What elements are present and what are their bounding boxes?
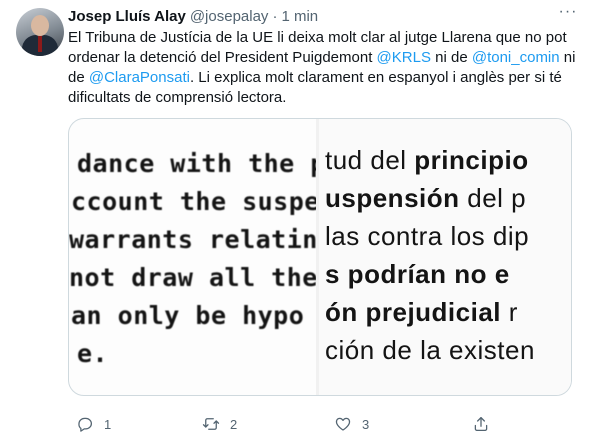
attached-image[interactable]: dance with the p ccount the suspe warran… [68, 118, 572, 396]
image-right-excerpt: tud del principio uspensión del p las co… [319, 119, 571, 395]
avatar-tie [38, 36, 42, 52]
reply-button[interactable]: 1 [76, 414, 111, 434]
timestamp[interactable]: 1 min [281, 8, 318, 25]
scan-text-normal: del p [459, 183, 527, 213]
like-button[interactable]: 3 [334, 414, 369, 434]
scan-text-line: e. [77, 339, 109, 368]
scan-text-line: not draw all the [69, 263, 317, 292]
scan-text-bold: uspensión [325, 183, 460, 213]
author-handle[interactable]: @josepalay [190, 8, 269, 25]
scan-text-line: ón prejudicial r [325, 297, 518, 328]
reply-icon [78, 417, 92, 432]
scan-text-line: s podrían no e [325, 259, 510, 290]
tweet-actions: 1 2 3 [68, 414, 580, 434]
mention-link[interactable]: @ClaraPonsati [89, 69, 190, 86]
scan-text-line: dance with the p [77, 149, 317, 178]
retweet-icon [202, 418, 220, 430]
more-options-icon[interactable]: ··· [558, 4, 578, 26]
like-count: 3 [362, 416, 370, 432]
scan-text-line: las contra los dip [325, 221, 530, 251]
retweet-count: 2 [230, 416, 238, 432]
scan-text-line: ccount the suspe [71, 187, 317, 216]
separator-dot: · [272, 7, 278, 25]
scan-text-line: an only be hypo [71, 301, 305, 330]
share-button[interactable] [472, 414, 490, 434]
tweet-text-part: ni de [430, 49, 472, 66]
scan-text-bold: principio [414, 145, 529, 175]
scan-text-line: ción de la existen [325, 335, 535, 365]
retweet-button[interactable]: 2 [202, 414, 237, 434]
tweet-text: El Tribuna de Justícia de la UE li deixa… [68, 28, 580, 108]
scan-text-bold: s podrían no e [325, 259, 510, 289]
mention-link[interactable]: @toni_comin [472, 49, 560, 66]
scan-text-line: uspensión del p [325, 183, 526, 214]
tweet-header: Josep Lluís Alay @josepalay · 1 min ··· [68, 4, 578, 26]
avatar[interactable] [16, 8, 64, 56]
reply-count: 1 [104, 416, 112, 432]
scan-text-line: warrants relating [69, 225, 317, 254]
mention-link[interactable]: @KRLS [377, 49, 431, 66]
author-name[interactable]: Josep Lluís Alay [68, 8, 186, 25]
scan-text-normal: r [501, 297, 518, 327]
heart-icon [335, 417, 351, 431]
image-left-excerpt: dance with the p ccount the suspe warran… [69, 119, 317, 395]
avatar-head [31, 15, 49, 36]
share-icon [474, 416, 488, 432]
scan-text-line: tud del principio [325, 145, 529, 176]
scan-text-normal: tud del [325, 145, 415, 175]
scan-text-bold: ón prejudicial [325, 297, 502, 327]
tweet-card[interactable]: Josep Lluís Alay @josepalay · 1 min ··· … [0, 0, 592, 438]
